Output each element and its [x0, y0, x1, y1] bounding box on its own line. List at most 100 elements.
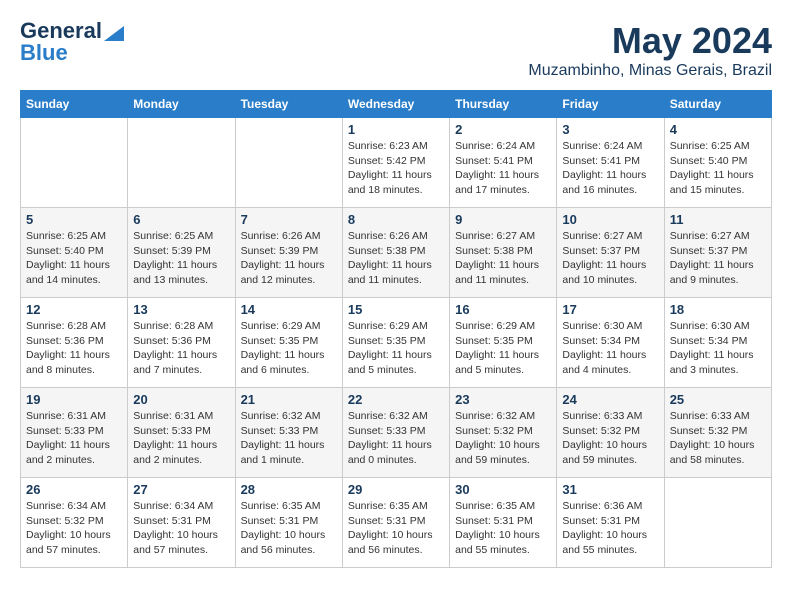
day-number: 11	[670, 212, 766, 227]
day-info: Sunrise: 6:28 AM Sunset: 5:36 PM Dayligh…	[26, 319, 122, 378]
day-info: Sunrise: 6:27 AM Sunset: 5:37 PM Dayligh…	[562, 229, 658, 288]
calendar-cell: 2Sunrise: 6:24 AM Sunset: 5:41 PM Daylig…	[450, 118, 557, 208]
calendar-cell: 21 Sunrise: 6:32 AM Sunset: 5:33 PM Dayli…	[235, 388, 342, 478]
day-number: 6	[133, 212, 229, 227]
day-number: 30	[455, 482, 551, 497]
title-section: May 2024 Muzambinho, Minas Gerais, Brazi…	[528, 20, 772, 80]
calendar-cell: 12Sunrise: 6:28 AM Sunset: 5:36 PM Dayli…	[21, 298, 128, 388]
day-number: 28	[241, 482, 337, 497]
logo: General Blue	[20, 20, 124, 64]
day-info: Sunrise: 6:25 AM Sunset: 5:40 PM Dayligh…	[26, 229, 122, 288]
day-number: 10	[562, 212, 658, 227]
calendar-cell: 4 Sunrise: 6:25 AM Sunset: 5:40 PM Daylig…	[664, 118, 771, 208]
page-header: General Blue May 2024 Muzambinho, Minas …	[20, 20, 772, 80]
calendar-cell	[235, 118, 342, 208]
calendar-table: SundayMondayTuesdayWednesdayThursdayFrid…	[20, 90, 772, 568]
calendar-cell: 17Sunrise: 6:30 AM Sunset: 5:34 PM Dayli…	[557, 298, 664, 388]
day-number: 24	[562, 392, 658, 407]
week-row-3: 12Sunrise: 6:28 AM Sunset: 5:36 PM Dayli…	[21, 298, 772, 388]
day-info: Sunrise: 6:27 AM Sunset: 5:38 PM Dayligh…	[455, 229, 551, 288]
calendar-cell: 1 Sunrise: 6:23 AM Sunset: 5:42 PM Daylig…	[342, 118, 449, 208]
calendar-cell: 23 Sunrise: 6:32 AM Sunset: 5:32 PM Dayli…	[450, 388, 557, 478]
calendar-cell: 11 Sunrise: 6:27 AM Sunset: 5:37 PM Dayli…	[664, 208, 771, 298]
day-number: 13	[133, 302, 229, 317]
calendar-cell: 16Sunrise: 6:29 AM Sunset: 5:35 PM Dayli…	[450, 298, 557, 388]
logo-icon	[104, 21, 124, 41]
calendar-cell: 27 Sunrise: 6:34 AM Sunset: 5:31 PM Dayli…	[128, 478, 235, 568]
week-row-2: 5 Sunrise: 6:25 AM Sunset: 5:40 PM Daylig…	[21, 208, 772, 298]
calendar-cell: 8 Sunrise: 6:26 AM Sunset: 5:38 PM Daylig…	[342, 208, 449, 298]
day-info: Sunrise: 6:29 AM Sunset: 5:35 PM Dayligh…	[241, 319, 337, 378]
calendar-cell: 5 Sunrise: 6:25 AM Sunset: 5:40 PM Daylig…	[21, 208, 128, 298]
day-number: 23	[455, 392, 551, 407]
day-number: 14	[241, 302, 337, 317]
calendar-cell	[21, 118, 128, 208]
day-number: 21	[241, 392, 337, 407]
day-number: 19	[26, 392, 122, 407]
header-row: SundayMondayTuesdayWednesdayThursdayFrid…	[21, 91, 772, 118]
calendar-cell: 6 Sunrise: 6:25 AM Sunset: 5:39 PM Daylig…	[128, 208, 235, 298]
calendar-cell: 14 Sunrise: 6:29 AM Sunset: 5:35 PM Dayli…	[235, 298, 342, 388]
day-info: Sunrise: 6:25 AM Sunset: 5:39 PM Dayligh…	[133, 229, 229, 288]
calendar-cell: 7 Sunrise: 6:26 AM Sunset: 5:39 PM Daylig…	[235, 208, 342, 298]
day-number: 31	[562, 482, 658, 497]
day-info: Sunrise: 6:29 AM Sunset: 5:35 PM Dayligh…	[348, 319, 444, 378]
day-number: 8	[348, 212, 444, 227]
calendar-cell: 28Sunrise: 6:35 AM Sunset: 5:31 PM Dayli…	[235, 478, 342, 568]
day-info: Sunrise: 6:23 AM Sunset: 5:42 PM Dayligh…	[348, 139, 444, 198]
day-info: Sunrise: 6:29 AM Sunset: 5:35 PM Dayligh…	[455, 319, 551, 378]
calendar-cell: 29 Sunrise: 6:35 AM Sunset: 5:31 PM Dayli…	[342, 478, 449, 568]
calendar-cell: 26Sunrise: 6:34 AM Sunset: 5:32 PM Dayli…	[21, 478, 128, 568]
day-number: 7	[241, 212, 337, 227]
day-number: 5	[26, 212, 122, 227]
day-number: 18	[670, 302, 766, 317]
day-info: Sunrise: 6:34 AM Sunset: 5:31 PM Dayligh…	[133, 499, 229, 558]
day-info: Sunrise: 6:32 AM Sunset: 5:33 PM Dayligh…	[348, 409, 444, 468]
day-info: Sunrise: 6:24 AM Sunset: 5:41 PM Dayligh…	[455, 139, 551, 198]
day-info: Sunrise: 6:36 AM Sunset: 5:31 PM Dayligh…	[562, 499, 658, 558]
header-cell-thursday: Thursday	[450, 91, 557, 118]
day-number: 4	[670, 122, 766, 137]
day-number: 26	[26, 482, 122, 497]
day-info: Sunrise: 6:26 AM Sunset: 5:39 PM Dayligh…	[241, 229, 337, 288]
day-info: Sunrise: 6:30 AM Sunset: 5:34 PM Dayligh…	[670, 319, 766, 378]
calendar-cell: 15 Sunrise: 6:29 AM Sunset: 5:35 PM Dayli…	[342, 298, 449, 388]
calendar-cell: 24Sunrise: 6:33 AM Sunset: 5:32 PM Dayli…	[557, 388, 664, 478]
day-info: Sunrise: 6:25 AM Sunset: 5:40 PM Dayligh…	[670, 139, 766, 198]
week-row-1: 1 Sunrise: 6:23 AM Sunset: 5:42 PM Daylig…	[21, 118, 772, 208]
calendar-cell	[664, 478, 771, 568]
header-cell-tuesday: Tuesday	[235, 91, 342, 118]
calendar-cell: 18 Sunrise: 6:30 AM Sunset: 5:34 PM Dayli…	[664, 298, 771, 388]
calendar-cell: 30 Sunrise: 6:35 AM Sunset: 5:31 PM Dayli…	[450, 478, 557, 568]
day-number: 27	[133, 482, 229, 497]
day-number: 29	[348, 482, 444, 497]
day-info: Sunrise: 6:24 AM Sunset: 5:41 PM Dayligh…	[562, 139, 658, 198]
day-number: 1	[348, 122, 444, 137]
day-info: Sunrise: 6:27 AM Sunset: 5:37 PM Dayligh…	[670, 229, 766, 288]
day-info: Sunrise: 6:31 AM Sunset: 5:33 PM Dayligh…	[26, 409, 122, 468]
calendar-cell: 20 Sunrise: 6:31 AM Sunset: 5:33 PM Dayli…	[128, 388, 235, 478]
header-cell-wednesday: Wednesday	[342, 91, 449, 118]
day-info: Sunrise: 6:33 AM Sunset: 5:32 PM Dayligh…	[670, 409, 766, 468]
calendar-cell: 13 Sunrise: 6:28 AM Sunset: 5:36 PM Dayli…	[128, 298, 235, 388]
day-number: 25	[670, 392, 766, 407]
header-cell-saturday: Saturday	[664, 91, 771, 118]
day-info: Sunrise: 6:31 AM Sunset: 5:33 PM Dayligh…	[133, 409, 229, 468]
day-info: Sunrise: 6:35 AM Sunset: 5:31 PM Dayligh…	[455, 499, 551, 558]
day-number: 20	[133, 392, 229, 407]
calendar-cell: 31 Sunrise: 6:36 AM Sunset: 5:31 PM Dayli…	[557, 478, 664, 568]
calendar-cell	[128, 118, 235, 208]
day-info: Sunrise: 6:28 AM Sunset: 5:36 PM Dayligh…	[133, 319, 229, 378]
calendar-cell: 19 Sunrise: 6:31 AM Sunset: 5:33 PM Dayli…	[21, 388, 128, 478]
day-number: 15	[348, 302, 444, 317]
header-cell-monday: Monday	[128, 91, 235, 118]
day-info: Sunrise: 6:35 AM Sunset: 5:31 PM Dayligh…	[348, 499, 444, 558]
calendar-cell: 22Sunrise: 6:32 AM Sunset: 5:33 PM Dayli…	[342, 388, 449, 478]
calendar-cell: 9Sunrise: 6:27 AM Sunset: 5:38 PM Daylig…	[450, 208, 557, 298]
header-cell-sunday: Sunday	[21, 91, 128, 118]
day-info: Sunrise: 6:32 AM Sunset: 5:32 PM Dayligh…	[455, 409, 551, 468]
calendar-cell: 3Sunrise: 6:24 AM Sunset: 5:41 PM Daylig…	[557, 118, 664, 208]
day-info: Sunrise: 6:32 AM Sunset: 5:33 PM Dayligh…	[241, 409, 337, 468]
logo-blue-text: Blue	[20, 42, 68, 64]
day-info: Sunrise: 6:26 AM Sunset: 5:38 PM Dayligh…	[348, 229, 444, 288]
